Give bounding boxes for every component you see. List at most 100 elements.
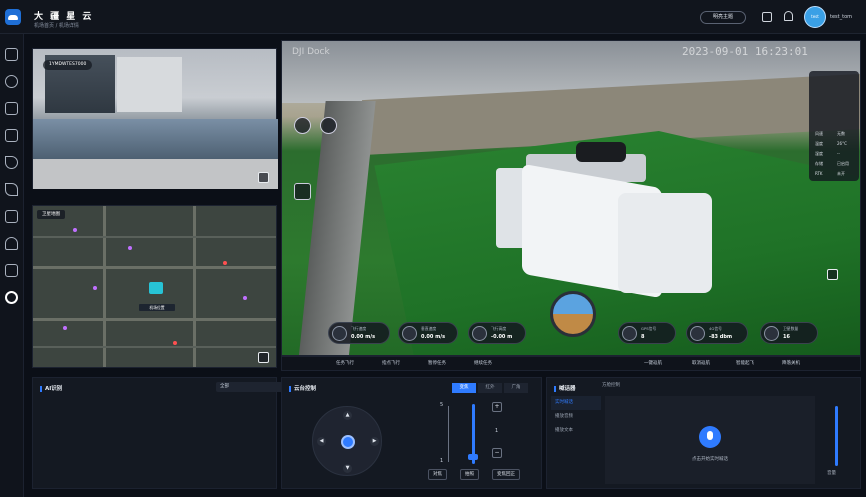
gear-icon[interactable] <box>5 291 18 304</box>
switch-camera-icon[interactable] <box>294 117 311 134</box>
gauge-gps: GPS信号 8 <box>618 322 676 344</box>
tab-zoom[interactable]: 变焦 <box>452 383 476 393</box>
gauge-label: 飞行速度 <box>351 326 367 331</box>
gauge-label: 垂直速度 <box>421 326 437 331</box>
cancel-return-button[interactable]: 取消返航 <box>692 360 710 366</box>
drone-live-view[interactable]: DJI Dock 2023-09-01 16:23:01 风速 无数 温度 26… <box>281 40 861 356</box>
map-road <box>33 318 276 321</box>
map-marker[interactable] <box>63 326 67 330</box>
map-marker[interactable] <box>73 228 77 232</box>
altitude-icon <box>472 326 487 341</box>
mode-text[interactable]: 播放文本 <box>551 424 601 438</box>
gimbal-control-panel: 云台控制 变焦 红外 广角 ▲ ▼ ◀ ▶ 5 1 + 1 − 对焦 拍照 变焦… <box>281 377 542 489</box>
send-icon[interactable] <box>5 156 18 169</box>
mode-audio[interactable]: 播放音频 <box>551 410 601 424</box>
hud-label: RTK <box>815 171 823 176</box>
bell-icon[interactable] <box>784 11 793 21</box>
volume-slider[interactable] <box>835 406 838 466</box>
drone <box>576 142 626 162</box>
hud-value: -- <box>837 151 840 156</box>
sidebar <box>0 34 24 497</box>
expand-icon[interactable] <box>827 269 838 280</box>
tab-infrared[interactable]: 红外 <box>478 383 502 393</box>
up-arrow-icon[interactable]: ▲ <box>343 411 352 420</box>
gauge-4g: 4G信号 -83 dbm <box>686 322 748 344</box>
smart-takeoff-button[interactable]: 智能起飞 <box>736 360 754 366</box>
tab-wide[interactable]: 广角 <box>504 383 528 393</box>
map-marker[interactable] <box>93 286 97 290</box>
breadcrumb[interactable]: 机场首页 / 机场详情 <box>34 22 79 29</box>
theme-toggle-button[interactable]: 明亮主题 <box>700 11 746 24</box>
return-home-button[interactable]: 一键返航 <box>644 360 662 366</box>
home-icon[interactable] <box>5 48 18 61</box>
grid-icon[interactable] <box>5 129 18 142</box>
storage-icon[interactable] <box>5 210 18 223</box>
zoom-reset-button[interactable]: 变焦回正 <box>492 469 520 480</box>
zoom-min-label: 1 <box>440 458 444 464</box>
feed-building <box>117 57 182 112</box>
panel-title: 云台控制 <box>289 384 316 392</box>
gauge-vspeed: 垂直速度 0.00 m/s <box>398 322 458 344</box>
satellite-icon <box>764 326 779 341</box>
camera-serial-label[interactable]: 1YMDWTES7000 <box>43 60 93 70</box>
fullscreen-icon[interactable] <box>258 172 269 183</box>
dock-camera-feed[interactable]: 1YMDWTES7000 <box>32 48 278 189</box>
gauge-label: 卫星数量 <box>783 326 799 331</box>
map-marker[interactable] <box>243 296 247 300</box>
image-icon[interactable] <box>5 102 18 115</box>
map-marker[interactable] <box>173 341 177 345</box>
speaker-main-area: 点击开始实时喊话 <box>605 396 815 484</box>
gauge-label: GPS信号 <box>641 326 657 331</box>
paper-plane-icon[interactable] <box>5 183 18 196</box>
capture-icon[interactable] <box>320 117 337 134</box>
resume-mission-button[interactable]: 继续任务 <box>474 360 492 366</box>
left-arrow-icon[interactable]: ◀ <box>317 437 326 446</box>
app-logo[interactable] <box>5 9 21 25</box>
photo-button[interactable]: 拍照 <box>460 469 479 480</box>
zoom-out-button[interactable]: − <box>492 448 502 458</box>
zoom-slider-handle[interactable] <box>468 454 478 460</box>
dock-location-icon[interactable] <box>149 282 163 294</box>
hud-label: 温度 <box>815 141 823 146</box>
gauge-value: -0.00 m <box>491 334 513 340</box>
mission-flight-button[interactable]: 任务飞行 <box>336 360 354 366</box>
dock-hangar <box>496 138 714 303</box>
user-icon[interactable] <box>5 237 18 250</box>
panel-title: AI识别 <box>40 384 62 392</box>
zoom-in-button[interactable]: + <box>492 402 502 412</box>
focus-button[interactable]: 对焦 <box>428 469 447 480</box>
attitude-indicator <box>550 291 596 337</box>
point-flight-button[interactable]: 指点飞行 <box>382 360 400 366</box>
right-arrow-icon[interactable]: ▶ <box>370 437 379 446</box>
map-marker[interactable] <box>223 261 227 265</box>
map-marker[interactable] <box>128 246 132 250</box>
gimbal-tabs: 变焦 红外 广角 <box>452 383 528 393</box>
map-road <box>33 346 276 348</box>
gauge-speed: 飞行速度 0.00 m/s <box>328 322 390 344</box>
fullscreen-icon[interactable] <box>258 352 269 363</box>
panel-title[interactable]: 喊话器 <box>554 384 576 392</box>
network-icon[interactable] <box>5 264 18 277</box>
map-road <box>33 266 276 269</box>
down-arrow-icon[interactable]: ▼ <box>343 464 352 473</box>
signal-icon[interactable] <box>5 75 18 88</box>
map-view[interactable]: 卫星地图 机场位置 <box>32 205 277 368</box>
gauge-value: 0.00 m/s <box>351 334 376 340</box>
mode-realtime[interactable]: 实时喊话 <box>551 396 601 410</box>
record-icon[interactable] <box>294 183 311 200</box>
video-watermark: DJI Dock <box>292 47 330 57</box>
screen-icon[interactable] <box>762 12 772 22</box>
hud-label: 风速 <box>815 131 823 136</box>
gimbal-joystick[interactable]: ▲ ▼ ◀ ▶ <box>312 406 382 476</box>
zoom-scale <box>448 406 458 462</box>
speaker-panel: 喊话器 方舱控制 实时喊话 播放音频 播放文本 点击开始实时喊话 音量 <box>546 377 861 489</box>
microphone-icon[interactable] <box>699 426 721 448</box>
hud-label: 存储 <box>815 161 823 166</box>
tab-dock-control[interactable]: 方舱控制 <box>602 382 620 388</box>
land-shutdown-button[interactable]: 降落关机 <box>782 360 800 366</box>
pause-mission-button[interactable]: 暂停任务 <box>428 360 446 366</box>
avatar[interactable]: test <box>804 6 826 28</box>
username[interactable]: test_tom <box>830 14 852 20</box>
map-layer-label[interactable]: 卫星地图 <box>37 210 65 219</box>
joystick-center[interactable] <box>341 435 355 449</box>
